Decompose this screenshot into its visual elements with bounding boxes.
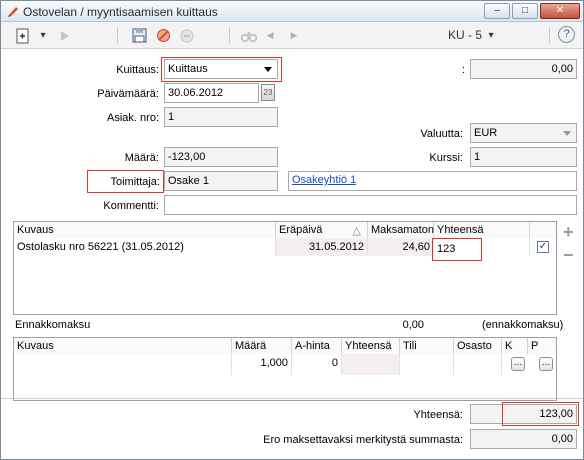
- calendar-icon-text: 23: [263, 88, 273, 97]
- top-amount-field: 0,00: [470, 59, 577, 79]
- footer-divider: [1, 398, 583, 399]
- maara-field: -123,00: [164, 147, 278, 167]
- kuittaus-select[interactable]: Kuittaus: [164, 59, 278, 79]
- column-header-maara[interactable]: Määrä: [232, 338, 292, 354]
- save-icon[interactable]: [129, 25, 149, 46]
- invoice-select-checkbox[interactable]: ✓: [537, 241, 549, 253]
- chevron-down-icon: [563, 131, 571, 136]
- receipt-form: Kuittaus: Kuittaus : 0,00 Päivämäärä: 30…: [1, 49, 583, 459]
- window-title: Ostovelan / myyntisaamisen kuittaus: [23, 5, 218, 19]
- k-lookup-button[interactable]: …: [511, 357, 525, 371]
- cancel-icon[interactable]: [153, 25, 173, 46]
- asiak-nro-field: 1: [164, 107, 278, 127]
- column-header-osasto[interactable]: Osasto: [454, 338, 502, 354]
- record-selector[interactable]: KU - 5: [441, 25, 489, 46]
- column-header-erapaiva-label: Eräpäivä: [279, 224, 323, 236]
- supplier-link[interactable]: Osakeyhtiö 1: [292, 174, 356, 186]
- ennakkomaksu-note: (ennakkomaksu): [482, 319, 564, 331]
- line-maara-cell[interactable]: 1,000: [232, 354, 292, 375]
- line-osasto-cell[interactable]: [454, 354, 502, 375]
- new-document-icon[interactable]: [13, 25, 33, 46]
- calendar-icon[interactable]: 23: [261, 84, 275, 101]
- record-dropdown-arrow[interactable]: ▾: [485, 25, 497, 46]
- p-lookup-button[interactable]: …: [539, 357, 553, 371]
- comment-input[interactable]: [164, 195, 577, 215]
- invoice-kuvaus-cell: Ostolasku nro 56221 (31.05.2012): [14, 238, 276, 256]
- kommentti-label: Kommentti:: [103, 200, 159, 212]
- invoice-yhteensa-value[interactable]: 123: [437, 243, 455, 255]
- lines-grid: Kuvaus Määrä A-hinta Yhteensä Tili Osast…: [13, 337, 557, 401]
- column-header-kuvaus[interactable]: Kuvaus: [14, 222, 276, 238]
- toolbar-separator: [229, 27, 230, 44]
- forward-icon[interactable]: [55, 25, 75, 46]
- column-header-kuvaus[interactable]: Kuvaus: [14, 338, 232, 354]
- chevron-down-icon: [264, 67, 272, 72]
- toimittaja-link-box: Osakeyhtiö 1: [288, 171, 577, 191]
- invoice-maksamaton-cell: 24,60: [368, 238, 434, 256]
- paivamaara-label: Päivämäärä:: [97, 88, 159, 100]
- maximize-button[interactable]: □: [512, 3, 538, 19]
- column-header-maksamaton[interactable]: Maksamaton: [368, 222, 434, 238]
- column-header-select: [530, 222, 556, 238]
- asiak-nro-label: Asiak. nro:: [107, 112, 159, 124]
- kurssi-label: Kurssi:: [429, 152, 463, 164]
- column-header-a-hinta[interactable]: A-hinta: [292, 338, 342, 354]
- dialog-window: Ostovelan / myyntisaamisen kuittaus – □ …: [0, 0, 584, 460]
- invoice-erapaiva-cell: 31.05.2012: [276, 238, 368, 256]
- maara-label: Määrä:: [124, 152, 159, 164]
- next-record-button[interactable]: ▶: [287, 25, 301, 46]
- toolbar: ▾ ◀ ▶ KU - 5 ▾ ?: [1, 22, 583, 49]
- yhteensa-label: Yhteensä:: [413, 409, 463, 421]
- new-dropdown-arrow[interactable]: ▾: [37, 25, 49, 46]
- column-header-erapaiva[interactable]: Eräpäivä △: [276, 222, 368, 238]
- line-kuvaus-cell[interactable]: [14, 354, 232, 375]
- app-icon: [8, 7, 18, 17]
- toolbar-separator: [117, 27, 118, 44]
- line-yhteensa-cell: [342, 354, 400, 375]
- currency-select-value: EUR: [474, 127, 498, 139]
- sort-ascending-icon: △: [352, 225, 361, 237]
- column-header-yhteensa[interactable]: Yhteensä: [434, 222, 530, 238]
- total-highlight: [502, 402, 579, 426]
- title-bar: Ostovelan / myyntisaamisen kuittaus – □ …: [1, 1, 583, 22]
- line-tili-cell[interactable]: [400, 354, 454, 375]
- ennakkomaksu-value: 0,00: [402, 319, 424, 331]
- close-button[interactable]: ✕: [540, 3, 580, 19]
- remove-row-icon[interactable]: −: [563, 245, 574, 266]
- minimize-button[interactable]: –: [484, 3, 510, 19]
- line-a-hinta-cell[interactable]: 0: [292, 354, 342, 375]
- kuittaus-select-value: Kuittaus: [168, 63, 208, 75]
- toolbar-separator: [549, 27, 550, 44]
- ero-field: 0,00: [470, 429, 577, 449]
- help-icon[interactable]: ?: [558, 26, 575, 43]
- toimittaja-label: Toimittaja:: [110, 176, 160, 188]
- currency-select[interactable]: EUR: [470, 123, 577, 143]
- remove-icon[interactable]: [177, 25, 197, 46]
- date-field[interactable]: 30.06.2012: [164, 83, 259, 103]
- toimittaja-field: Osake 1: [164, 171, 278, 191]
- column-header-yhteensa[interactable]: Yhteensä: [342, 338, 400, 354]
- colon-label: :: [461, 64, 465, 76]
- binoculars-icon[interactable]: [239, 25, 259, 46]
- kuittaus-label: Kuittaus:: [116, 64, 159, 76]
- column-header-tili[interactable]: Tili: [400, 338, 454, 354]
- invoice-grid: Kuvaus Eräpäivä △ Maksamaton Yhteensä Os…: [13, 221, 557, 315]
- column-header-k[interactable]: K: [502, 338, 528, 354]
- kurssi-field: 1: [470, 147, 577, 167]
- add-row-icon[interactable]: +: [563, 222, 574, 243]
- ennakkomaksu-label: Ennakkomaksu: [15, 319, 91, 331]
- valuutta-label: Valuutta:: [420, 128, 463, 140]
- column-header-p[interactable]: P: [528, 338, 556, 354]
- previous-record-button[interactable]: ◀: [263, 25, 277, 46]
- ero-label: Ero maksettavaksi merkitystä summasta:: [263, 434, 463, 446]
